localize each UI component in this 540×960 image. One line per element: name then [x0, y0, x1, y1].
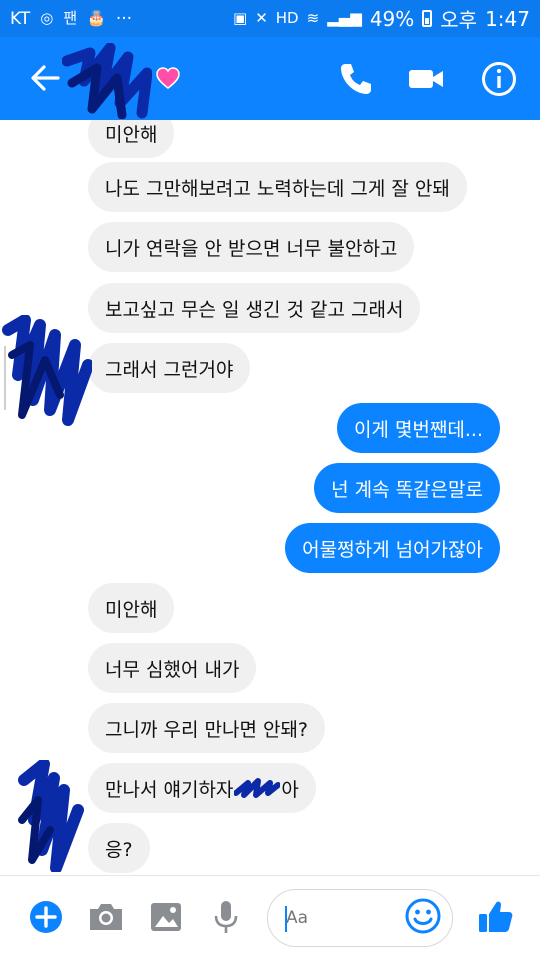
message-text: 만나서 얘기하자: [105, 778, 234, 801]
battery-percent: 49%: [369, 6, 415, 31]
info-icon: [482, 62, 516, 96]
message-text: 너무 심했어 내가: [105, 658, 240, 681]
message-text: 니가 연락을 안 받으면 너무 불안하고: [105, 237, 398, 260]
mute-icon: ✕: [255, 9, 268, 27]
call-button[interactable]: [336, 59, 376, 99]
status-bar: KT ◎ 팬 🎂 ··· ▣ ✕ HD ≋ ▂▄▆ 49% 오후 1:47: [0, 0, 540, 37]
image-icon: [151, 903, 181, 931]
message-text: 보고싶고 무슨 일 생긴 것 같고 그래서: [105, 298, 404, 321]
message-text: 어물쩡하게 넘어가잖아: [302, 538, 483, 561]
message-bubble[interactable]: 그니까 우리 만나면 안돼?: [88, 703, 326, 753]
time-ampm: 오후: [440, 8, 478, 32]
video-camera-icon: [409, 70, 443, 88]
message-bubble[interactable]: 미안해: [88, 583, 175, 633]
message-text: 넌 계속 똑같은말로: [331, 478, 483, 501]
microphone-icon: [214, 901, 238, 933]
conversation-header: [0, 37, 540, 120]
cake-icon: 🎂: [87, 9, 106, 27]
message-input[interactable]: [286, 908, 386, 928]
smiley-icon: [405, 898, 441, 934]
message-text-suffix: 아: [281, 778, 299, 801]
like-button[interactable]: [476, 897, 516, 937]
message-bubble[interactable]: 나도 그만해보려고 노력하는데 그게 잘 안돼: [88, 162, 467, 212]
camera-button[interactable]: [86, 897, 126, 937]
app-notification-icon: 팬: [63, 9, 78, 27]
wifi-icon: ≋: [306, 9, 320, 27]
message-bubble[interactable]: 미안해: [88, 120, 175, 158]
phone-icon: [341, 64, 371, 94]
signal-icon: ▂▄▆: [327, 9, 362, 27]
battery-icon: [422, 10, 433, 27]
composer-bar: [0, 875, 540, 960]
message-bubble[interactable]: 보고싶고 무슨 일 생긴 것 같고 그래서: [88, 283, 421, 333]
plus-icon: [30, 901, 62, 933]
message-bubble[interactable]: 어물쩡하게 넘어가잖아: [285, 523, 500, 573]
message-text: 응?: [105, 838, 133, 861]
more-actions-button[interactable]: [26, 897, 66, 937]
hd-icon: HD: [275, 9, 299, 27]
message-text: 그래서 그런거야: [105, 358, 234, 381]
message-bubble[interactable]: 응?: [88, 823, 150, 873]
heart-icon: [156, 67, 180, 89]
message-bubble[interactable]: 이게 몇번짼데...: [336, 403, 500, 453]
sender-avatar-redacted: [2, 315, 92, 426]
message-list[interactable]: 미안해 나도 그만해보려고 노력하는데 그게 잘 안돼 니가 연락을 안 받으면…: [0, 120, 540, 875]
notification-icon: ◎: [40, 9, 54, 27]
carrier-label: KT: [10, 8, 31, 29]
sender-avatar-redacted: [18, 760, 84, 872]
info-button[interactable]: [479, 59, 519, 99]
message-text: 나도 그만해보려고 노력하는데 그게 잘 안돼: [105, 177, 450, 200]
arrow-left-icon: [31, 65, 60, 91]
clock: 1:47: [485, 6, 530, 31]
message-text: 이게 몇번짼데...: [353, 418, 483, 441]
gallery-button[interactable]: [146, 897, 186, 937]
message-bubble[interactable]: 그래서 그런거야: [88, 343, 251, 393]
camera-icon: [90, 904, 122, 930]
redaction-scribble: [61, 42, 153, 120]
back-button[interactable]: [28, 61, 62, 95]
redaction-scribble: [234, 778, 281, 798]
voice-button[interactable]: [206, 897, 246, 937]
cast-icon: ▣: [233, 9, 248, 27]
message-bubble[interactable]: 니가 연락을 안 받으면 너무 불안하고: [88, 222, 415, 272]
message-bubble[interactable]: 너무 심했어 내가: [88, 643, 257, 693]
message-text: 미안해: [105, 598, 158, 621]
more-notifications: ···: [115, 8, 133, 29]
video-call-button[interactable]: [406, 59, 446, 99]
thumbs-up-icon: [479, 901, 513, 932]
message-bubble[interactable]: 만나서 얘기하자 아: [88, 763, 316, 813]
contact-avatar[interactable]: [61, 42, 153, 120]
emoji-button[interactable]: [405, 898, 441, 934]
message-text: 미안해: [105, 123, 158, 146]
message-text: 그니까 우리 만나면 안돼?: [105, 718, 309, 741]
message-bubble[interactable]: 넌 계속 똑같은말로: [314, 463, 500, 513]
